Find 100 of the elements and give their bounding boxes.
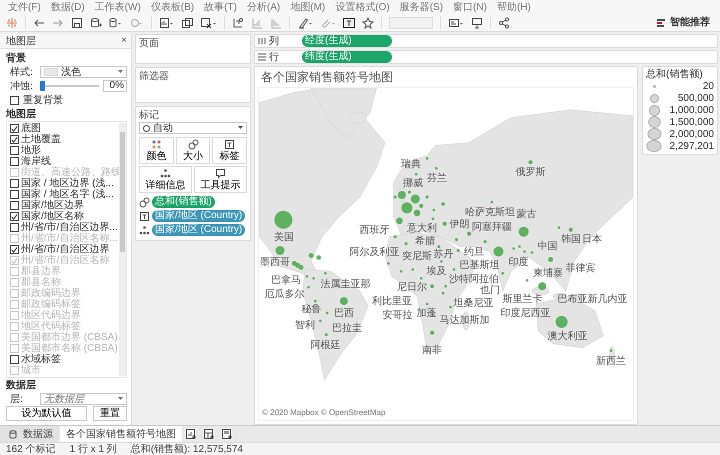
new-worksheet-icon[interactable] — [159, 16, 174, 28]
label-icon — [139, 210, 150, 222]
checkbox[interactable] — [10, 355, 19, 364]
map-marker — [556, 316, 568, 328]
add-database-icon[interactable] — [90, 16, 102, 28]
share-icon[interactable] — [498, 16, 510, 28]
highlight-icon[interactable] — [297, 16, 313, 28]
legend-value: 2,297,201 — [670, 140, 714, 152]
checkbox[interactable] — [10, 135, 19, 144]
map-marker — [441, 202, 445, 206]
section-heading: 背景 — [6, 53, 27, 64]
map-marker — [440, 260, 443, 263]
card-view-icon[interactable] — [448, 16, 464, 28]
slider-thumb[interactable] — [40, 81, 45, 91]
checkbox[interactable] — [10, 124, 19, 133]
checkbox[interactable] — [10, 157, 19, 166]
database-caret-icon[interactable] — [109, 16, 123, 28]
field-pill[interactable]: 国家/地区 (Country) — [152, 210, 246, 222]
detail-button[interactable]: 详细信息 — [139, 166, 192, 193]
map-marker — [400, 270, 402, 273]
presentation-icon[interactable] — [471, 16, 483, 28]
clear-sheet-icon[interactable] — [200, 16, 217, 28]
layer-label: 州/省/市/自治区名称 — [21, 255, 110, 266]
new-worksheet-icon[interactable] — [186, 429, 197, 439]
size-button[interactable]: 大小 — [176, 137, 210, 164]
map-marker — [568, 228, 573, 232]
color-button[interactable]: 颜色 — [139, 137, 174, 164]
save-icon[interactable] — [71, 16, 83, 28]
section-heading: 数据层 — [6, 380, 37, 391]
tooltip-button[interactable]: 工具提示 — [194, 166, 247, 193]
checkbox[interactable] — [10, 245, 19, 254]
checkbox[interactable] — [10, 96, 19, 104]
checkbox[interactable] — [10, 223, 19, 232]
field-pill[interactable]: 纬度(生成) — [302, 51, 392, 63]
country-label: 伊朗 — [450, 219, 470, 230]
country-label: 阿塞拜疆 — [472, 222, 512, 234]
checkbox[interactable] — [10, 146, 19, 155]
swap-icon[interactable] — [232, 16, 244, 28]
layer-label: 国家 / 地区边界 (浅... — [21, 178, 114, 189]
set-default-button[interactable]: 设为默认值 — [6, 406, 87, 421]
new-story-icon[interactable] — [222, 429, 233, 439]
menu-item[interactable]: 故事(T) — [204, 2, 237, 12]
layer-label: 地区代码边界 — [21, 310, 81, 321]
menu-item[interactable]: 服务器(S) — [400, 2, 444, 12]
size-legend-icon — [652, 84, 656, 88]
layer-label: 地区代码标签 — [21, 321, 81, 332]
map-marker — [312, 277, 315, 280]
field-pill[interactable]: 总和(销售额) — [152, 196, 215, 208]
label-button[interactable]: 标签 — [212, 137, 248, 164]
washout-field[interactable]: 0% — [103, 80, 127, 92]
map-marker — [538, 282, 546, 290]
map-marker — [528, 160, 532, 164]
menu-item[interactable]: 帮助(H) — [496, 2, 531, 12]
layer-label: 地形 — [21, 145, 41, 156]
style-dropdown[interactable]: 浅色 — [40, 66, 127, 78]
show-me-button[interactable]: 智能推荐 — [653, 17, 714, 28]
scrollbar[interactable] — [119, 123, 126, 376]
data-layer-dropdown[interactable]: 无数据层 — [40, 393, 127, 405]
menu-item[interactable]: 仪表板(B) — [150, 2, 194, 12]
legend-value: 20 — [702, 80, 714, 92]
country-label: 苏丹 — [434, 248, 454, 260]
checkbox[interactable] — [10, 212, 19, 221]
color-swatch-icon — [44, 68, 58, 76]
checkbox[interactable] — [10, 201, 19, 210]
field-pill[interactable]: 国家/地区 (Country) — [152, 224, 246, 236]
shelf-label: 行 — [269, 52, 279, 62]
checkbox[interactable] — [10, 179, 19, 188]
layer-label: 水域标签 — [21, 354, 61, 365]
sheet-tab[interactable]: 各个国家销售额符号地图 — [60, 426, 182, 442]
country-label: 坦桑尼亚 — [454, 298, 494, 309]
menu-item[interactable]: 设置格式(O) — [335, 2, 390, 12]
map-marker — [340, 297, 348, 306]
map-attribution: © 2020 Mapbox © OpenStreetMap — [262, 409, 386, 418]
country-label: 也门 — [480, 284, 500, 296]
field-pill[interactable]: 经度(生成) — [302, 35, 392, 47]
map-marker — [444, 284, 447, 288]
detail-icon — [139, 224, 150, 236]
duplicate-icon[interactable] — [181, 16, 193, 28]
text-box-icon[interactable] — [343, 16, 355, 28]
checkbox[interactable] — [10, 190, 19, 199]
card-title: 页面 — [139, 38, 160, 50]
menu-item[interactable]: 工作表(W) — [94, 2, 141, 12]
country-label: 巴布亚新几内亚 — [558, 294, 628, 305]
forward-arrow-icon[interactable] — [52, 16, 64, 28]
menu-item[interactable]: 数据(D) — [50, 2, 85, 12]
country-label: 俄罗斯 — [515, 166, 546, 178]
close-button[interactable]: × — [121, 36, 127, 46]
status-text: 总和(销售额): 12,575,574 — [130, 444, 243, 454]
mark-type-dropdown[interactable]: 自动 — [139, 122, 247, 134]
menu-item[interactable]: 分析(A) — [246, 2, 280, 12]
menu-item[interactable]: 文件(F) — [8, 2, 41, 12]
menu-item[interactable]: 地图(M) — [290, 2, 326, 12]
logo-icon[interactable] — [6, 16, 18, 28]
new-dashboard-icon[interactable] — [204, 429, 215, 439]
country-label: 澳大利亚 — [547, 331, 588, 342]
reset-button[interactable]: 重置 — [93, 406, 127, 421]
map-marker — [414, 172, 418, 176]
back-arrow-icon[interactable] — [33, 16, 45, 28]
menu-item[interactable]: 窗口(N) — [453, 2, 487, 12]
sheet-tab[interactable]: 数据源 — [0, 426, 59, 442]
